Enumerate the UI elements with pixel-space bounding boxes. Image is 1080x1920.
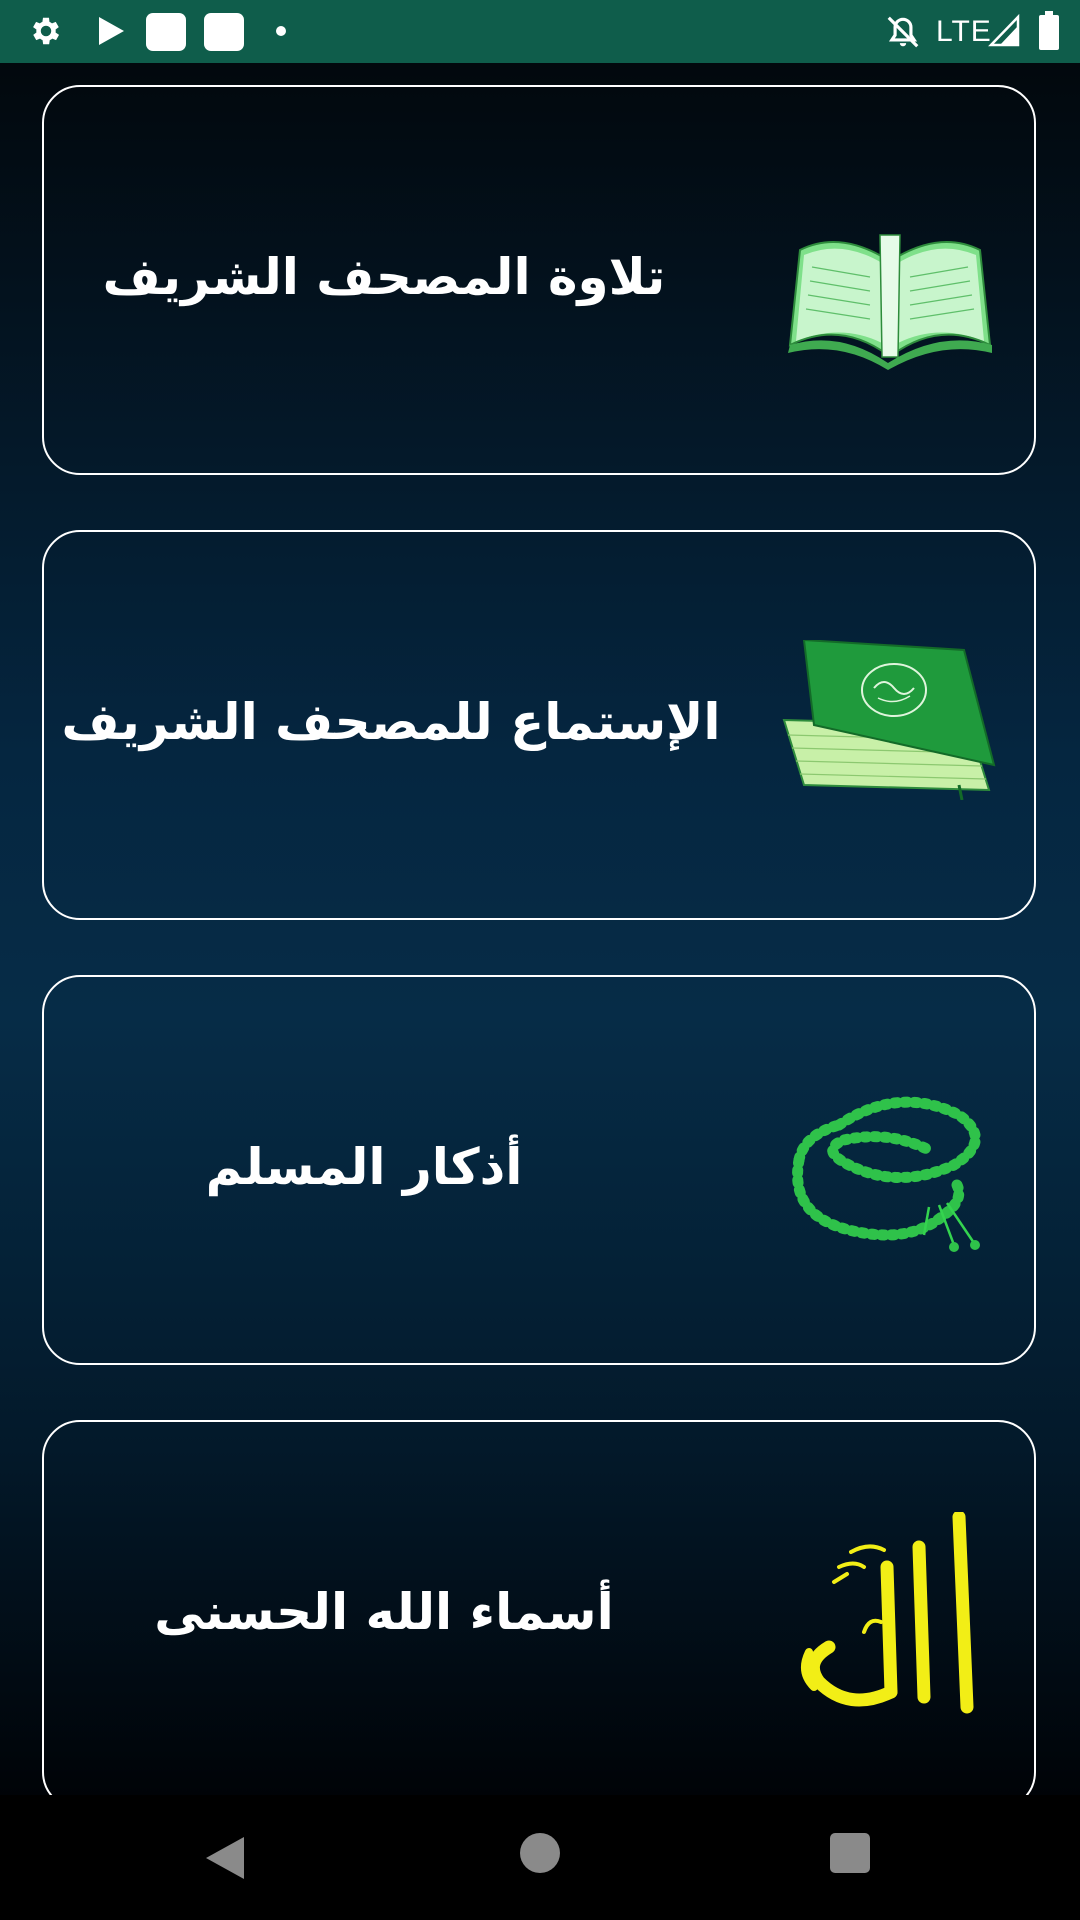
notifications-off-icon bbox=[887, 16, 919, 48]
menu-card-label: تلاوة المصحف الشريف bbox=[102, 248, 666, 306]
allah-calligraphy-icon bbox=[801, 1512, 974, 1714]
menu-card-label: أذكار المسلم bbox=[205, 1138, 523, 1196]
dot-icon bbox=[276, 26, 286, 36]
open-quran-icon bbox=[788, 234, 992, 370]
settings-gear-icon bbox=[33, 17, 60, 45]
prayer-beads-icon bbox=[792, 1096, 981, 1252]
menu-card-label: الإستماع للمصحف الشريف bbox=[61, 693, 721, 751]
recents-icon[interactable] bbox=[830, 1833, 870, 1873]
home-icon[interactable] bbox=[520, 1833, 560, 1873]
signal-icon bbox=[988, 14, 1020, 47]
menu-card-label: أسماء الله الحسنى bbox=[154, 1583, 614, 1641]
play-store-icon bbox=[99, 17, 124, 45]
menu-card-listen-quran[interactable]: الإستماع للمصحف الشريف bbox=[42, 530, 1036, 920]
menu-card-read-quran[interactable]: تلاوة المصحف الشريف bbox=[42, 85, 1036, 475]
notification-square-icon bbox=[204, 13, 244, 51]
status-bar: LTE bbox=[0, 0, 1080, 63]
notification-square-icon bbox=[146, 13, 186, 51]
battery-icon bbox=[1039, 11, 1059, 50]
main-menu: تلاوة المصحف الشريف الإستماع للمصحف الشر… bbox=[0, 63, 1080, 1795]
network-type-label: LTE bbox=[936, 15, 992, 48]
menu-card-allah-names[interactable]: أسماء الله الحسنى bbox=[42, 1420, 1036, 1795]
navigation-bar bbox=[0, 1795, 1080, 1920]
menu-card-muslim-adhkar[interactable]: أذكار المسلم bbox=[42, 975, 1036, 1365]
back-icon[interactable] bbox=[200, 1833, 248, 1883]
closed-quran-book-icon bbox=[782, 640, 996, 800]
